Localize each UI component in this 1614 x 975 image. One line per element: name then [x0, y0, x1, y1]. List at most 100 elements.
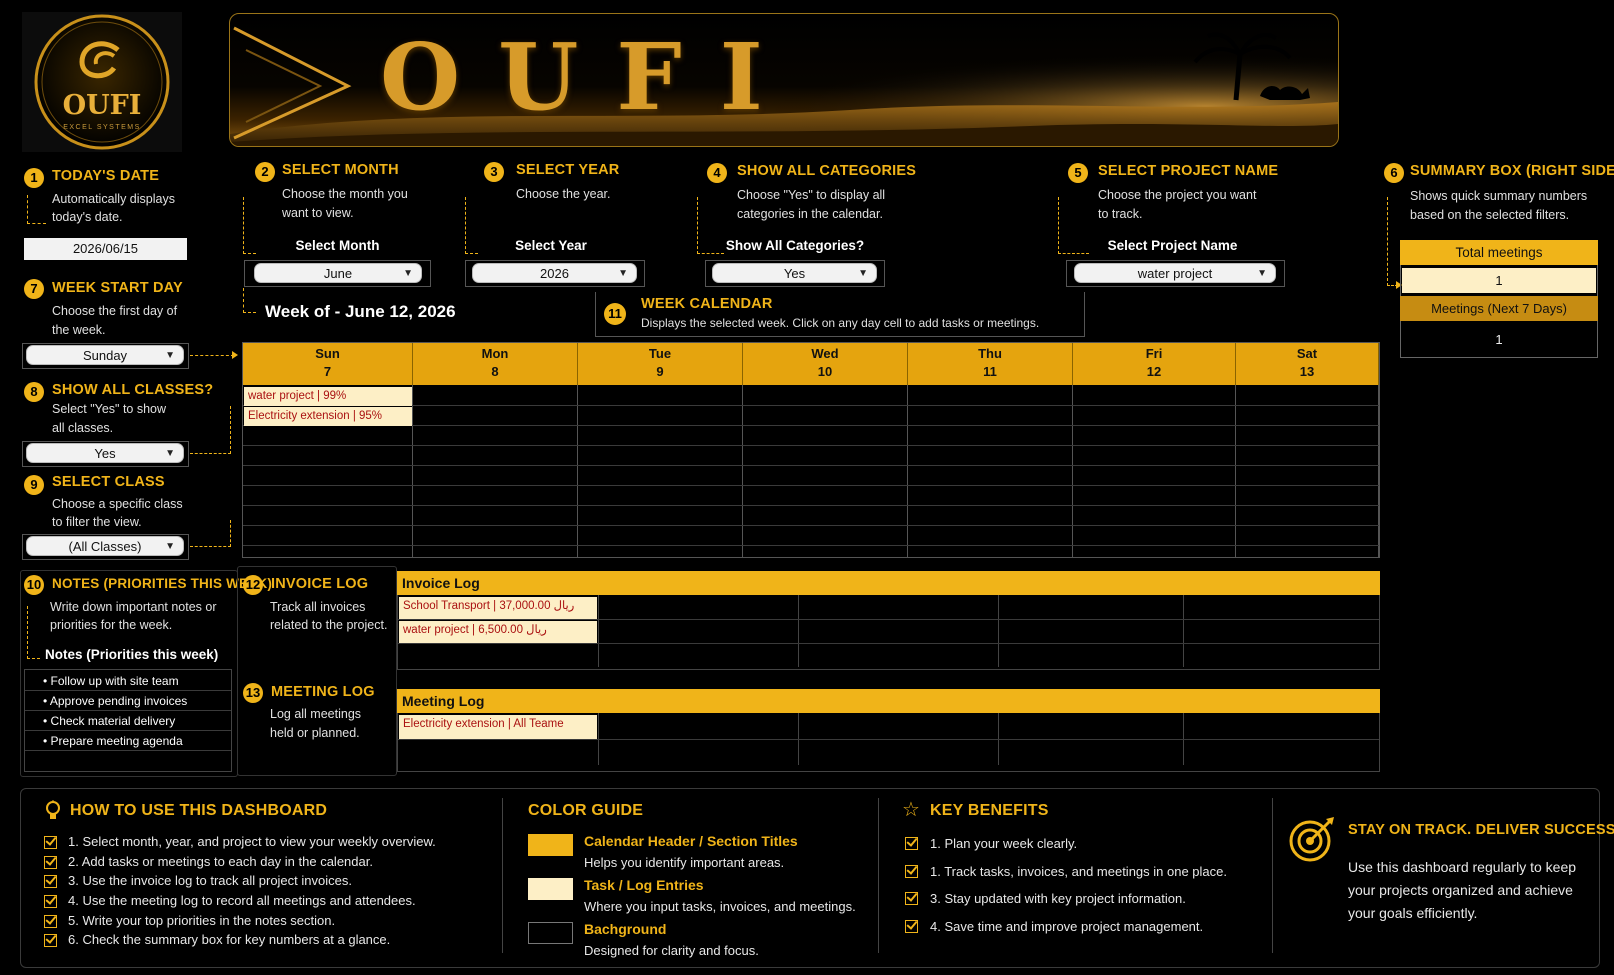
day-name: Sat [1296, 346, 1318, 361]
color-swatch-entry [528, 878, 573, 900]
step-9-badge: 9 [24, 475, 44, 495]
select-project-dropdown[interactable]: water project ▼ [1074, 263, 1276, 283]
stay-desc-2: your projects organized and achieve [1348, 882, 1573, 898]
day-date: 7 [323, 364, 332, 379]
day-cell-fri[interactable] [1073, 385, 1236, 557]
day-cell-tue[interactable] [578, 385, 743, 557]
notes-header: Notes (Priorities this week) [45, 647, 219, 662]
notes-desc-2: priorities for the week. [50, 618, 173, 632]
meeting-log-grid: Electricity extension | All Teame [397, 713, 1380, 772]
show-classes-dropdown[interactable]: Yes ▼ [26, 443, 184, 463]
chevron-down-icon: ▼ [618, 268, 628, 279]
color-guide-item-title: Task / Log Entries [584, 877, 704, 893]
step-7-badge: 7 [24, 279, 44, 299]
checkbox-icon [905, 892, 918, 905]
select-class-title: SELECT CLASS [52, 474, 165, 490]
select-class-desc-1: Choose a specific class [52, 497, 183, 511]
divider [878, 798, 879, 953]
week-start-value: Sunday [82, 348, 128, 363]
week-start-dropdown[interactable]: Sunday ▼ [26, 345, 184, 365]
day-cell-sat[interactable] [1236, 385, 1379, 557]
select-year-desc-1: Choose the year. [516, 187, 611, 201]
note-item[interactable]: • Approve pending invoices [43, 694, 187, 708]
color-swatch-header [528, 834, 573, 856]
stay-title: STAY ON TRACK. DELIVER SUCCESS. [1348, 822, 1614, 838]
show-classes-title: SHOW ALL CLASSES? [52, 382, 214, 398]
color-guide-item-title: Calendar Header / Section Titles [584, 833, 798, 849]
select-month-desc-2: want to view. [282, 206, 354, 220]
summary-total-value: 1 [1402, 268, 1596, 293]
day-name: Sun [315, 346, 340, 361]
show-classes-desc-2: all classes. [52, 421, 114, 435]
color-guide-item-desc: Designed for clarity and focus. [584, 943, 759, 958]
select-project-title: SELECT PROJECT NAME [1098, 163, 1279, 179]
show-categories-desc-2: categories in the calendar. [737, 207, 883, 221]
checkbox-icon [905, 837, 918, 850]
select-month-label: Select Month [295, 238, 380, 253]
color-guide-item-desc: Helps you identify important areas. [584, 855, 785, 870]
checkbox-icon [905, 865, 918, 878]
note-item[interactable]: • Check material delivery [43, 714, 175, 728]
logo: OUFI EXCEL SYSTEMS [22, 12, 182, 152]
day-header-wed: Wed 10 [743, 343, 908, 385]
select-class-desc-2: to filter the view. [52, 515, 142, 529]
show-classes-desc-1: Select "Yes" to show [52, 402, 167, 416]
day-cell-thu[interactable] [908, 385, 1073, 557]
invoice-log-desc-1: Track all invoices [270, 600, 366, 614]
color-guide-item-title: Bachground [584, 921, 667, 937]
notes-arrow [27, 606, 40, 659]
chevron-down-icon: ▼ [1257, 268, 1267, 279]
checkbox-icon [44, 895, 57, 908]
benefit-item: 3. Stay updated with key project informa… [930, 891, 1186, 906]
summary-desc-2: based on the selected filters. [1410, 208, 1570, 222]
day-header-sun: Sun 7 [243, 343, 413, 385]
step-8-badge: 8 [24, 382, 44, 402]
banner: OUFI [229, 13, 1339, 147]
banner-title: OUFI [380, 23, 801, 131]
select-class-dropdown[interactable]: (All Classes) ▼ [26, 536, 184, 556]
logo-subtitle: EXCEL SYSTEMS [63, 124, 141, 131]
show-categories-desc-1: Choose "Yes" to display all [737, 188, 886, 202]
log-entry[interactable]: School Transport | 37,000.00 ريال [399, 597, 597, 619]
today-arrow [27, 195, 46, 224]
note-item[interactable]: • Prepare meeting agenda [43, 734, 183, 748]
day-name: Mon [481, 346, 509, 361]
lightbulb-icon [44, 800, 62, 827]
divider [1272, 798, 1273, 953]
benefits-title: KEY BENEFITS [930, 802, 1049, 819]
how-to-item: 5. Write your top priorities in the note… [68, 913, 336, 928]
day-date: 8 [491, 364, 499, 379]
note-item[interactable]: • Follow up with site team [43, 674, 179, 688]
today-title: TODAY'S DATE [52, 168, 160, 184]
step-13-badge: 13 [243, 683, 263, 703]
calendar-entry[interactable]: Electricity extension | 95% [244, 407, 412, 426]
meeting-log-bar: Meeting Log [397, 689, 1380, 713]
week-of-label: Week of - June 12, 2026 [265, 302, 456, 321]
chevron-down-icon: ▼ [165, 350, 175, 361]
chevron-down-icon: ▼ [403, 268, 413, 279]
day-header-mon: Mon 8 [413, 343, 578, 385]
chevron-down-icon: ▼ [165, 541, 175, 552]
select-year-dropdown[interactable]: 2026 ▼ [472, 263, 637, 283]
select-month-dropdown[interactable]: June ▼ [254, 263, 422, 283]
show-classes-value: Yes [94, 446, 116, 461]
summary-title: SUMMARY BOX (RIGHT SIDE) [1410, 163, 1614, 179]
calendar-entry[interactable]: water project | 99% [244, 387, 412, 406]
divider [502, 798, 503, 953]
select-class-connector [190, 520, 231, 547]
show-categories-dropdown[interactable]: Yes ▼ [712, 263, 877, 283]
log-entry[interactable]: Electricity extension | All Teame [399, 715, 597, 739]
benefit-item: 4. Save time and improve project managem… [930, 919, 1204, 934]
select-project-value: water project [1137, 266, 1213, 281]
day-cell-mon[interactable] [413, 385, 578, 557]
select-project-desc-1: Choose the project you want [1098, 188, 1257, 202]
summary-next-label: Meetings (Next 7 Days) [1400, 296, 1598, 321]
day-cell-wed[interactable] [743, 385, 908, 557]
log-entry[interactable]: water project | 6,500.00 ريال [399, 621, 597, 643]
checkbox-icon [44, 934, 57, 947]
checkbox-icon [44, 856, 57, 869]
arrow-tip-icon [232, 351, 238, 359]
select-project-desc-2: to track. [1098, 207, 1143, 221]
select-month-title: SELECT MONTH [282, 162, 399, 178]
how-to-item: 6. Check the summary box for key numbers… [68, 932, 391, 947]
